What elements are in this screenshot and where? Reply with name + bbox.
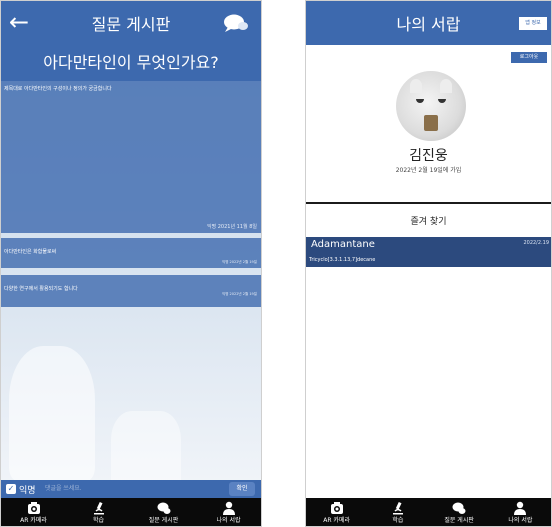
- tab-label: AR 카메라: [20, 517, 47, 524]
- drawer-screen: 나의 서랍 앱 정보 로그아웃 김진웅 2022년 2월 19일에 가입 즐겨 …: [305, 0, 552, 527]
- username: 김진웅: [409, 148, 448, 164]
- tab-label: AR 카메라: [323, 517, 350, 524]
- post-list: 제목대로 아다만타인의 구성이나 정의가 궁금합니다 익명 2021년 11월 …: [1, 81, 261, 498]
- avatar-eye: [438, 99, 446, 103]
- camera-icon: [27, 502, 40, 514]
- page-title: 질문 게시판: [91, 15, 171, 34]
- anonymous-label: 익명: [19, 486, 36, 496]
- avatar-ear: [440, 79, 452, 93]
- comment-bar: ✓ 익명 확인: [1, 480, 261, 498]
- app-info-button[interactable]: 앱 정보: [519, 17, 547, 30]
- avatar: [396, 71, 466, 141]
- microscope-icon: [392, 501, 403, 515]
- tab-drawer[interactable]: 나의 서랍: [490, 498, 551, 526]
- post-text: 다양한 연구에서 활용되기도 합니다: [4, 286, 78, 292]
- tab-drawer[interactable]: 나의 서랍: [196, 498, 261, 526]
- post-card[interactable]: 제목대로 아다만타인의 구성이나 정의가 궁금합니다 익명 2021년 11월 …: [1, 81, 261, 233]
- avatar-ear: [410, 79, 422, 93]
- post-card[interactable]: 다양한 연구에서 활용되기도 합니다 익명 2022년 2월 19일: [1, 275, 261, 307]
- post-text: 제목대로 아다만타인의 구성이나 정의가 궁금합니다: [4, 86, 112, 92]
- board-header: ← 질문 게시판: [1, 1, 261, 45]
- favorite-item[interactable]: Adamantane 2022/2.19 Tricyclo[3.3.1.13,7…: [306, 237, 551, 267]
- tab-bar: AR 카메라 학습 질문 게시판 나의 서랍: [306, 498, 551, 526]
- tab-ar-camera[interactable]: AR 카메라: [306, 498, 367, 526]
- tab-board[interactable]: 질문 게시판: [131, 498, 196, 526]
- favorites-title: 즐겨 찾기: [410, 217, 447, 227]
- favorite-formula: Tricyclo[3.3.1.13,7]decane: [309, 257, 376, 263]
- avatar-cup: [424, 115, 438, 131]
- favorite-date: 2022/2.19: [523, 240, 549, 246]
- tab-bar: AR 카메라 학습 질문 게시판 나의 서랍: [1, 498, 261, 526]
- chat-bubble-icon[interactable]: [223, 13, 249, 33]
- chat-icon: [452, 502, 466, 514]
- divider: [306, 202, 551, 204]
- confirm-button[interactable]: 확인: [229, 482, 255, 496]
- drawer-header: 나의 서랍 앱 정보: [306, 1, 551, 45]
- tab-label: 학습: [92, 517, 105, 524]
- tab-label: 나의 서랍: [508, 517, 533, 524]
- person-icon: [514, 501, 527, 515]
- comment-input[interactable]: [45, 483, 215, 495]
- tab-ar-camera[interactable]: AR 카메라: [1, 498, 66, 526]
- avatar-eye: [416, 99, 424, 103]
- tab-label: 질문 게시판: [444, 517, 474, 524]
- anonymous-checkbox[interactable]: ✓: [6, 484, 16, 494]
- page-title: 나의 서랍: [396, 15, 461, 34]
- chat-icon: [157, 502, 170, 514]
- favorite-name: Adamantane: [311, 239, 375, 250]
- tab-label: 질문 게시판: [148, 517, 179, 524]
- post-date: 익명 2022년 2월 19일: [221, 292, 257, 296]
- question-title: 아다만타인이 무엇인가요?: [1, 45, 261, 81]
- camera-icon: [330, 502, 343, 514]
- tab-study[interactable]: 학습: [367, 498, 428, 526]
- tab-board[interactable]: 질문 게시판: [429, 498, 490, 526]
- post-date: 익명 2021년 11월 8일: [206, 224, 257, 230]
- join-date: 2022년 2월 19일에 가입: [395, 167, 462, 174]
- microscope-icon: [93, 501, 104, 515]
- tab-label: 학습: [392, 517, 404, 524]
- tab-study[interactable]: 학습: [66, 498, 131, 526]
- logout-button[interactable]: 로그아웃: [511, 52, 547, 63]
- board-screen: ← 질문 게시판 아다만타인이 무엇인가요? 제목대로 아다만타인의 구성이나 …: [0, 0, 262, 527]
- tab-label: 나의 서랍: [216, 517, 241, 524]
- post-date: 익명 2022년 2월 19일: [221, 260, 257, 264]
- post-text: 아다만타인은 화합물로써: [4, 249, 57, 255]
- flask-decoration: [9, 346, 95, 481]
- post-card[interactable]: 아다만타인은 화합물로써 익명 2022년 2월 19일: [1, 238, 261, 268]
- person-icon: [222, 501, 235, 515]
